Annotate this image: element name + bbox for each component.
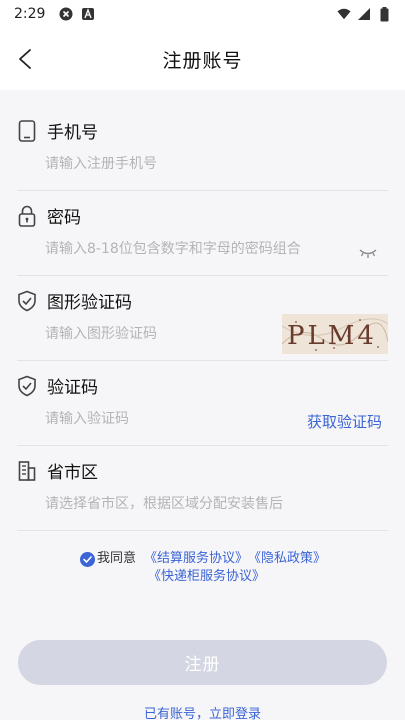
captcha-label: 图形验证码	[47, 293, 132, 313]
region-label: 省市区	[47, 463, 98, 483]
region-field: 省市区	[17, 446, 388, 531]
captcha-image[interactable]: PLM4	[281, 314, 389, 354]
eye-closed-icon[interactable]	[358, 245, 378, 259]
font-a-icon	[81, 7, 95, 21]
status-icons-right	[337, 6, 391, 21]
agree-checkbox[interactable]	[80, 551, 95, 567]
locker-agreement-link[interactable]: 《快递柜服务协议》	[148, 569, 265, 584]
captcha-field: 图形验证码 PLM4	[17, 276, 389, 361]
battery-icon	[377, 6, 391, 21]
get-code-button[interactable]: 获取验证码	[307, 411, 382, 432]
settlement-agreement-link[interactable]: 《结算服务协议》	[144, 550, 248, 568]
building-icon	[17, 460, 37, 482]
sms-code-label: 验证码	[47, 378, 98, 398]
password-field: 密码	[17, 191, 388, 276]
sms-code-input[interactable]	[45, 411, 295, 427]
sms-code-field: 验证码 获取验证码	[17, 361, 388, 446]
status-icons-left	[59, 7, 95, 21]
status-bar: 2:29	[0, 0, 405, 28]
wifi-icon	[337, 7, 351, 21]
chevron-left-icon[interactable]	[10, 44, 40, 74]
region-select[interactable]	[45, 496, 355, 512]
captcha-image-text: PLM4	[287, 321, 377, 351]
login-link[interactable]: 已有账号，立即登录	[0, 703, 405, 720]
phone-input[interactable]	[45, 156, 295, 172]
agree-text: 我同意	[97, 551, 137, 566]
shield-x-icon	[59, 7, 73, 21]
captcha-input[interactable]	[45, 326, 295, 342]
page-title: 注册账号	[162, 49, 243, 72]
shield-check-icon	[17, 290, 37, 312]
register-form: 手机号 密码 图形验证码	[17, 106, 389, 531]
shield-check-icon	[17, 375, 37, 397]
phone-icon	[17, 119, 37, 142]
status-time: 2:29	[14, 6, 46, 22]
phone-label: 手机号	[47, 123, 98, 143]
privacy-policy-link[interactable]: 《隐私政策》	[248, 550, 326, 568]
phone-field: 手机号	[17, 106, 388, 191]
signal-icon	[357, 7, 371, 21]
agreement: 我同意 《结算服务协议》 《隐私政策》 《快递柜服务协议》	[80, 550, 380, 586]
register-button[interactable]: 注册	[18, 640, 387, 685]
lock-icon	[17, 205, 37, 227]
password-label: 密码	[47, 208, 81, 228]
password-input[interactable]	[45, 241, 355, 257]
nav-bar: 注册账号	[0, 28, 405, 90]
